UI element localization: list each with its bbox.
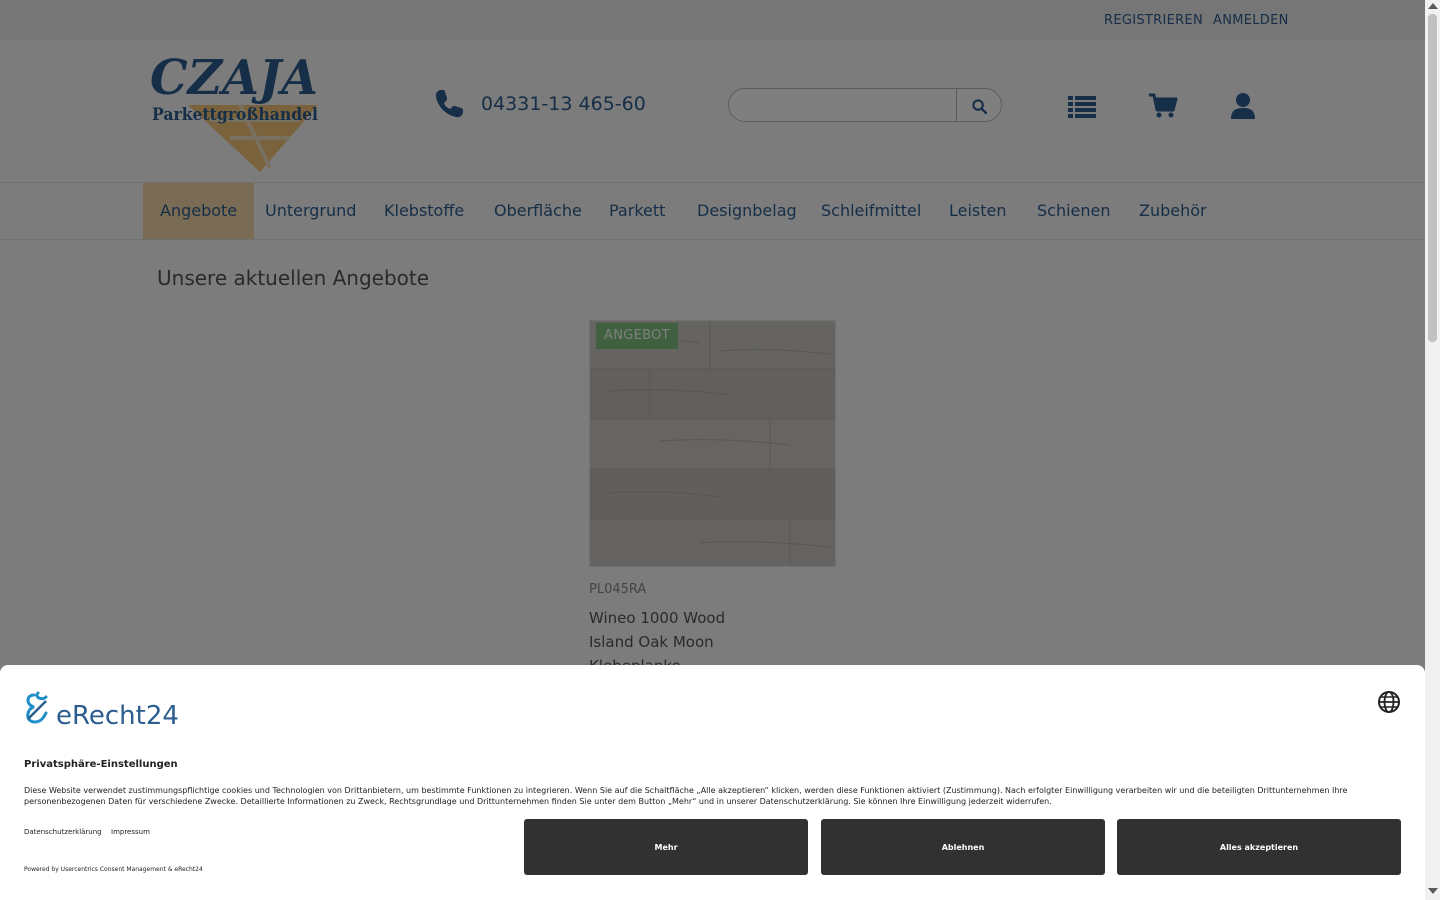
- erecht24-logo-text: eRecht24: [56, 701, 179, 731]
- accept-all-button[interactable]: Alles akzeptieren: [1117, 819, 1401, 875]
- scroll-down-arrow[interactable]: [1428, 888, 1438, 894]
- decline-button[interactable]: Ablehnen: [821, 819, 1105, 875]
- scroll-up-arrow[interactable]: [1428, 3, 1438, 9]
- more-button[interactable]: Mehr: [524, 819, 808, 875]
- language-globe-icon[interactable]: [1377, 690, 1401, 714]
- powered-by-text: Powered by Usercentrics Consent Manageme…: [24, 866, 203, 873]
- privacy-policy-link[interactable]: Datenschutzerklärung: [24, 828, 102, 836]
- erecht24-logo: eRecht24: [26, 691, 179, 731]
- cookie-title: Privatsphäre-Einstellungen: [24, 759, 178, 770]
- scrollbar-thumb[interactable]: [1428, 14, 1437, 342]
- imprint-link[interactable]: Impressum: [111, 828, 150, 836]
- cookie-description: Diese Website verwendet zustimmungspflic…: [24, 786, 1348, 806]
